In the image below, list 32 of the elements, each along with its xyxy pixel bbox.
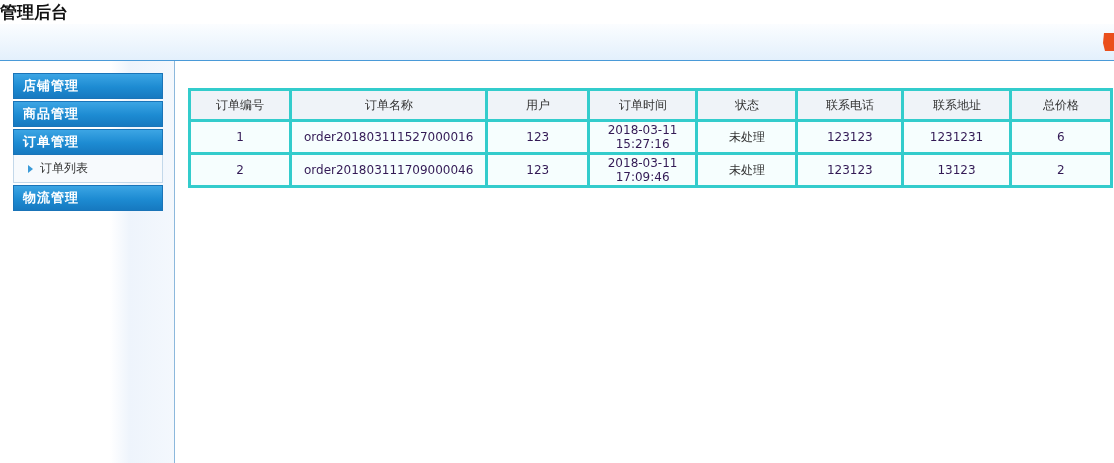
menu-item[interactable]: 订单列表: [13, 155, 163, 183]
table-cell: 未处理: [696, 153, 797, 187]
table-cell: 123123: [796, 120, 903, 154]
menu-group[interactable]: 物流管理: [13, 185, 163, 211]
column-header: 订单编号: [189, 89, 291, 121]
caret-icon: [28, 164, 33, 173]
table-cell: 2018-03-11 17:09:46: [588, 153, 697, 187]
table-cell: 123: [486, 153, 589, 187]
table-cell: 1231231: [902, 120, 1011, 154]
table-cell: 2018-03-11 15:27:16: [588, 120, 697, 154]
menu-group[interactable]: 商品管理: [13, 101, 163, 127]
table-cell: order201803111709000046: [290, 153, 487, 187]
column-header: 订单名称: [290, 89, 487, 121]
column-header: 状态: [696, 89, 797, 121]
column-header: 总价格: [1010, 89, 1112, 121]
table-cell: 13123: [902, 153, 1011, 187]
table-cell: order201803111527000016: [290, 120, 487, 154]
table-cell: 123: [486, 120, 589, 154]
table-cell: 2: [1010, 153, 1112, 187]
column-header: 联系地址: [902, 89, 1011, 121]
table-cell: 6: [1010, 120, 1112, 154]
column-header: 联系电话: [796, 89, 903, 121]
table-cell: 2: [189, 153, 291, 187]
table-cell: 1: [189, 120, 291, 154]
column-header: 用户: [486, 89, 589, 121]
logo-icon: [1102, 31, 1114, 53]
table-cell: 未处理: [696, 120, 797, 154]
column-header: 订单时间: [588, 89, 697, 121]
window-title: 管理后台: [0, 1, 68, 23]
menu-group[interactable]: 订单管理: [13, 129, 163, 155]
menu-group[interactable]: 店铺管理: [13, 73, 163, 99]
table-cell: 123123: [796, 153, 903, 187]
